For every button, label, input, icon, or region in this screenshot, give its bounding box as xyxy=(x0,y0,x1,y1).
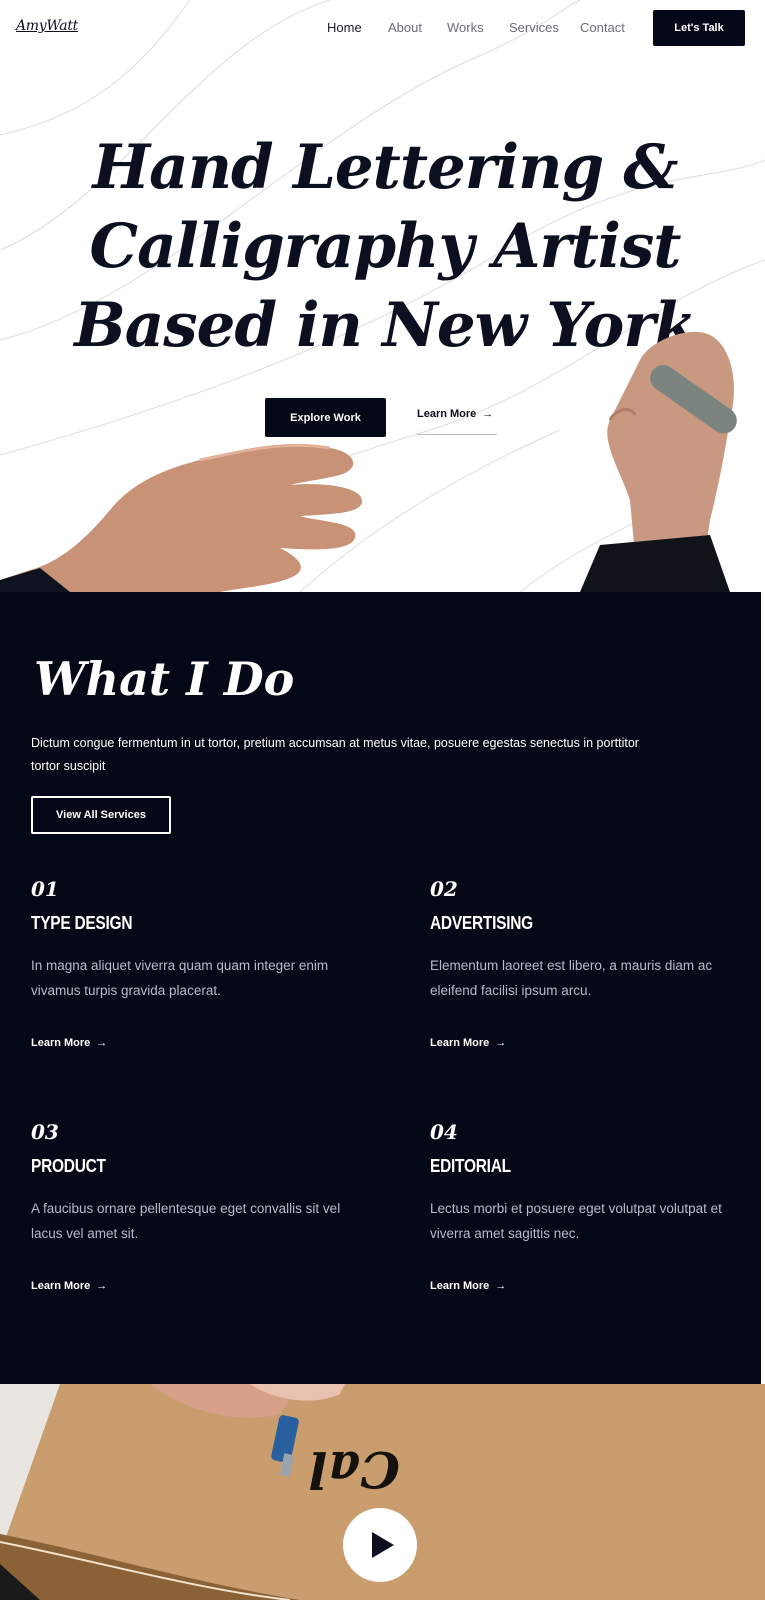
hero-learn-more-link[interactable]: Learn More → xyxy=(417,408,497,435)
arrow-right-icon: → xyxy=(96,1037,108,1049)
hero-title-line: Hand Lettering & xyxy=(92,132,679,203)
learn-more-label: Learn More xyxy=(417,408,477,420)
service-description: A faucibus ornare pellentesque eget conv… xyxy=(31,1201,341,1241)
service-card: 03 PRODUCT A faucibus ornare pellentesqu… xyxy=(31,1120,341,1292)
service-description: In magna aliquet viverra quam quam integ… xyxy=(31,958,329,998)
learn-more-label: Learn More xyxy=(430,1280,490,1292)
service-name: TYPE DESIGN xyxy=(31,913,133,933)
arrow-right-icon: → xyxy=(495,1280,507,1292)
learn-more-label: Learn More xyxy=(31,1280,91,1292)
service-number: 01 xyxy=(31,877,59,901)
right-hand-with-pen-image xyxy=(580,331,737,592)
arrow-right-icon: → xyxy=(482,408,494,420)
service-name: EDITORIAL xyxy=(430,1156,511,1176)
service-learn-more-link[interactable]: Learn More → xyxy=(31,1037,107,1049)
calligraphy-sample-text: Cal xyxy=(309,1440,400,1499)
view-all-services-button[interactable]: View All Services xyxy=(31,796,171,834)
service-name: PRODUCT xyxy=(31,1156,106,1176)
service-learn-more-link[interactable]: Learn More → xyxy=(430,1280,506,1292)
service-name: ADVERTISING xyxy=(430,913,533,933)
play-video-button[interactable] xyxy=(343,1508,417,1582)
service-card: 04 EDITORIAL Lectus morbi et posuere ege… xyxy=(430,1120,740,1292)
service-learn-more-link[interactable]: Learn More → xyxy=(31,1280,107,1292)
service-number: 04 xyxy=(430,1120,458,1144)
service-description: Elementum laoreet est libero, a mauris d… xyxy=(430,958,713,998)
service-description: Lectus morbi et posuere eget volutpat vo… xyxy=(430,1201,722,1241)
top-navigation: AmyWatt Home About Works Services Contac… xyxy=(0,0,765,56)
hero-title-line: Calligraphy Artist xyxy=(89,211,682,282)
service-card: 01 TYPE DESIGN In magna aliquet viverra … xyxy=(31,877,341,1049)
nav-item-about[interactable]: About xyxy=(388,20,422,35)
video-section: Cal xyxy=(0,1384,765,1600)
lets-talk-button[interactable]: Let's Talk xyxy=(653,10,745,46)
learn-more-label: Learn More xyxy=(31,1037,91,1049)
left-hand-image xyxy=(0,443,363,592)
play-icon xyxy=(372,1532,394,1558)
arrow-right-icon: → xyxy=(495,1037,507,1049)
nav-item-contact[interactable]: Contact xyxy=(580,20,625,35)
hero-section: AmyWatt Home About Works Services Contac… xyxy=(0,0,765,592)
services-title: What I Do xyxy=(34,652,295,706)
service-learn-more-link[interactable]: Learn More → xyxy=(430,1037,506,1049)
learn-more-label: Learn More xyxy=(430,1037,490,1049)
arrow-right-icon: → xyxy=(96,1280,108,1292)
service-card: 02 ADVERTISING Elementum laoreet est lib… xyxy=(430,877,740,1049)
services-intro-text: Dictum congue fermentum in ut tortor, pr… xyxy=(31,736,639,773)
service-number: 02 xyxy=(430,877,458,901)
nav-item-services[interactable]: Services xyxy=(509,20,559,35)
nav-item-works[interactable]: Works xyxy=(447,20,484,35)
nav-item-home[interactable]: Home xyxy=(327,20,362,35)
service-number: 03 xyxy=(31,1120,59,1144)
services-section: What I Do Dictum congue fermentum in ut … xyxy=(0,592,761,1384)
site-logo[interactable]: AmyWatt xyxy=(16,18,78,34)
